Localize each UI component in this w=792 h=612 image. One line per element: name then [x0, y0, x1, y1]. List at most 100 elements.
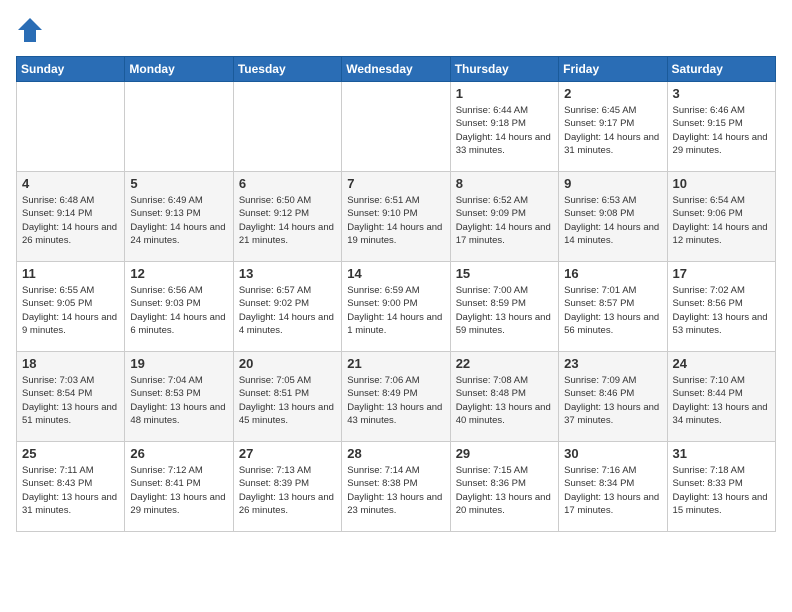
day-info: Sunrise: 7:10 AM Sunset: 8:44 PM Dayligh… — [673, 374, 770, 427]
calendar-cell: 14 Sunrise: 6:59 AM Sunset: 9:00 PM Dayli… — [342, 262, 450, 352]
day-number: 10 — [673, 176, 770, 191]
logo — [16, 16, 48, 44]
calendar-cell — [125, 82, 233, 172]
calendar-cell: 31Sunrise: 7:18 AM Sunset: 8:33 PM Dayli… — [667, 442, 775, 532]
calendar-cell: 8Sunrise: 6:52 AM Sunset: 9:09 PM Daylig… — [450, 172, 558, 262]
day-info: Sunrise: 7:03 AM Sunset: 8:54 PM Dayligh… — [22, 374, 119, 427]
calendar-cell: 25 Sunrise: 7:11 AM Sunset: 8:43 PM Dayli… — [17, 442, 125, 532]
day-info: Sunrise: 7:05 AM Sunset: 8:51 PM Dayligh… — [239, 374, 336, 427]
calendar-cell: 9 Sunrise: 6:53 AM Sunset: 9:08 PM Daylig… — [559, 172, 667, 262]
day-info: Sunrise: 7:15 AM Sunset: 8:36 PM Dayligh… — [456, 464, 553, 517]
calendar-cell: 12Sunrise: 6:56 AM Sunset: 9:03 PM Dayli… — [125, 262, 233, 352]
day-info: Sunrise: 6:51 AM Sunset: 9:10 PM Dayligh… — [347, 194, 444, 247]
day-info: Sunrise: 6:46 AM Sunset: 9:15 PM Dayligh… — [673, 104, 770, 157]
day-number: 16 — [564, 266, 661, 281]
day-number: 11 — [22, 266, 119, 281]
calendar-cell: 15 Sunrise: 7:00 AM Sunset: 8:59 PM Dayli… — [450, 262, 558, 352]
day-number: 13 — [239, 266, 336, 281]
calendar-cell: 1 Sunrise: 6:44 AM Sunset: 9:18 PM Daylig… — [450, 82, 558, 172]
calendar-cell: 13 Sunrise: 6:57 AM Sunset: 9:02 PM Dayli… — [233, 262, 341, 352]
calendar-table: SundayMondayTuesdayWednesdayThursdayFrid… — [16, 56, 776, 532]
calendar-cell: 5Sunrise: 6:49 AM Sunset: 9:13 PM Daylig… — [125, 172, 233, 262]
day-header-saturday: Saturday — [667, 57, 775, 82]
day-info: Sunrise: 7:14 AM Sunset: 8:38 PM Dayligh… — [347, 464, 444, 517]
day-info: Sunrise: 7:11 AM Sunset: 8:43 PM Dayligh… — [22, 464, 119, 517]
day-info: Sunrise: 7:04 AM Sunset: 8:53 PM Dayligh… — [130, 374, 227, 427]
calendar-cell: 4 Sunrise: 6:48 AM Sunset: 9:14 PM Daylig… — [17, 172, 125, 262]
day-info: Sunrise: 7:09 AM Sunset: 8:46 PM Dayligh… — [564, 374, 661, 427]
day-number: 25 — [22, 446, 119, 461]
calendar-cell: 21Sunrise: 7:06 AM Sunset: 8:49 PM Dayli… — [342, 352, 450, 442]
calendar-cell: 20 Sunrise: 7:05 AM Sunset: 8:51 PM Dayli… — [233, 352, 341, 442]
calendar-cell — [342, 82, 450, 172]
calendar-cell: 22 Sunrise: 7:08 AM Sunset: 8:48 PM Dayli… — [450, 352, 558, 442]
calendar-cell: 26Sunrise: 7:12 AM Sunset: 8:41 PM Dayli… — [125, 442, 233, 532]
calendar-cell: 28 Sunrise: 7:14 AM Sunset: 8:38 PM Dayli… — [342, 442, 450, 532]
day-info: Sunrise: 7:01 AM Sunset: 8:57 PM Dayligh… — [564, 284, 661, 337]
calendar-cell: 16 Sunrise: 7:01 AM Sunset: 8:57 PM Dayli… — [559, 262, 667, 352]
day-number: 28 — [347, 446, 444, 461]
day-info: Sunrise: 7:02 AM Sunset: 8:56 PM Dayligh… — [673, 284, 770, 337]
calendar-cell: 10 Sunrise: 6:54 AM Sunset: 9:06 PM Dayli… — [667, 172, 775, 262]
day-info: Sunrise: 6:45 AM Sunset: 9:17 PM Dayligh… — [564, 104, 661, 157]
day-number: 4 — [22, 176, 119, 191]
day-header-tuesday: Tuesday — [233, 57, 341, 82]
calendar-cell: 2 Sunrise: 6:45 AM Sunset: 9:17 PM Daylig… — [559, 82, 667, 172]
day-number: 31 — [673, 446, 770, 461]
day-info: Sunrise: 7:08 AM Sunset: 8:48 PM Dayligh… — [456, 374, 553, 427]
day-number: 18 — [22, 356, 119, 371]
day-number: 2 — [564, 86, 661, 101]
calendar-cell: 30 Sunrise: 7:16 AM Sunset: 8:34 PM Dayli… — [559, 442, 667, 532]
day-header-wednesday: Wednesday — [342, 57, 450, 82]
calendar-header: SundayMondayTuesdayWednesdayThursdayFrid… — [17, 57, 776, 82]
header-row: SundayMondayTuesdayWednesdayThursdayFrid… — [17, 57, 776, 82]
day-number: 22 — [456, 356, 553, 371]
day-number: 6 — [239, 176, 336, 191]
calendar-cell — [233, 82, 341, 172]
calendar-cell — [17, 82, 125, 172]
week-row-4: 18 Sunrise: 7:03 AM Sunset: 8:54 PM Dayli… — [17, 352, 776, 442]
day-info: Sunrise: 6:53 AM Sunset: 9:08 PM Dayligh… — [564, 194, 661, 247]
day-number: 27 — [239, 446, 336, 461]
day-number: 9 — [564, 176, 661, 191]
day-number: 14 — [347, 266, 444, 281]
calendar-cell: 18 Sunrise: 7:03 AM Sunset: 8:54 PM Dayli… — [17, 352, 125, 442]
calendar-cell: 17 Sunrise: 7:02 AM Sunset: 8:56 PM Dayli… — [667, 262, 775, 352]
day-info: Sunrise: 7:00 AM Sunset: 8:59 PM Dayligh… — [456, 284, 553, 337]
calendar-cell: 23 Sunrise: 7:09 AM Sunset: 8:46 PM Dayli… — [559, 352, 667, 442]
week-row-2: 4 Sunrise: 6:48 AM Sunset: 9:14 PM Daylig… — [17, 172, 776, 262]
day-number: 1 — [456, 86, 553, 101]
calendar-cell: 27Sunrise: 7:13 AM Sunset: 8:39 PM Dayli… — [233, 442, 341, 532]
day-number: 7 — [347, 176, 444, 191]
day-header-monday: Monday — [125, 57, 233, 82]
page-header — [16, 16, 776, 44]
day-number: 12 — [130, 266, 227, 281]
day-number: 29 — [456, 446, 553, 461]
day-number: 30 — [564, 446, 661, 461]
calendar-body: 1 Sunrise: 6:44 AM Sunset: 9:18 PM Daylig… — [17, 82, 776, 532]
day-header-sunday: Sunday — [17, 57, 125, 82]
day-info: Sunrise: 7:06 AM Sunset: 8:49 PM Dayligh… — [347, 374, 444, 427]
calendar-cell: 19Sunrise: 7:04 AM Sunset: 8:53 PM Dayli… — [125, 352, 233, 442]
day-info: Sunrise: 6:52 AM Sunset: 9:09 PM Dayligh… — [456, 194, 553, 247]
day-info: Sunrise: 6:57 AM Sunset: 9:02 PM Dayligh… — [239, 284, 336, 337]
day-info: Sunrise: 6:59 AM Sunset: 9:00 PM Dayligh… — [347, 284, 444, 337]
day-number: 23 — [564, 356, 661, 371]
calendar-cell: 29 Sunrise: 7:15 AM Sunset: 8:36 PM Dayli… — [450, 442, 558, 532]
day-info: Sunrise: 6:54 AM Sunset: 9:06 PM Dayligh… — [673, 194, 770, 247]
calendar-cell: 6 Sunrise: 6:50 AM Sunset: 9:12 PM Daylig… — [233, 172, 341, 262]
day-number: 24 — [673, 356, 770, 371]
day-info: Sunrise: 6:48 AM Sunset: 9:14 PM Dayligh… — [22, 194, 119, 247]
week-row-3: 11Sunrise: 6:55 AM Sunset: 9:05 PM Dayli… — [17, 262, 776, 352]
calendar-cell: 24 Sunrise: 7:10 AM Sunset: 8:44 PM Dayli… — [667, 352, 775, 442]
day-info: Sunrise: 6:44 AM Sunset: 9:18 PM Dayligh… — [456, 104, 553, 157]
day-number: 15 — [456, 266, 553, 281]
day-header-thursday: Thursday — [450, 57, 558, 82]
day-info: Sunrise: 6:50 AM Sunset: 9:12 PM Dayligh… — [239, 194, 336, 247]
day-number: 3 — [673, 86, 770, 101]
day-info: Sunrise: 7:16 AM Sunset: 8:34 PM Dayligh… — [564, 464, 661, 517]
calendar-cell: 3 Sunrise: 6:46 AM Sunset: 9:15 PM Daylig… — [667, 82, 775, 172]
day-number: 17 — [673, 266, 770, 281]
day-number: 20 — [239, 356, 336, 371]
week-row-1: 1 Sunrise: 6:44 AM Sunset: 9:18 PM Daylig… — [17, 82, 776, 172]
